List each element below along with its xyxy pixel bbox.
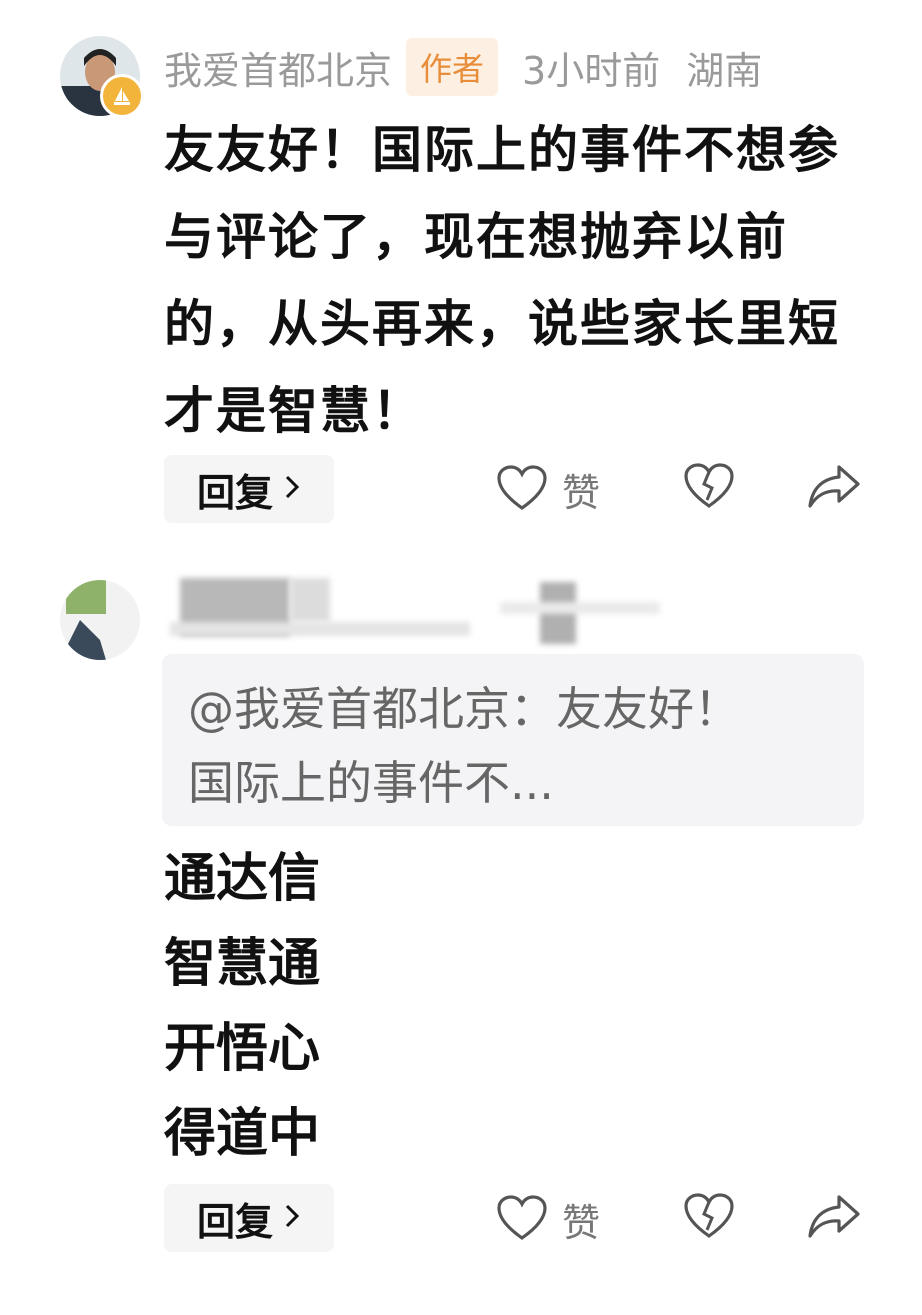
chevron-right-icon (283, 1198, 301, 1238)
broken-heart-icon (683, 1192, 735, 1244)
share-button[interactable] (806, 462, 862, 516)
reply-label: 回复 (196, 470, 273, 515)
chevron-right-icon (283, 469, 301, 509)
like-label: 赞 (562, 471, 601, 515)
reply-button[interactable]: 回复 (164, 455, 334, 523)
comment-text: 友友好！国际上的事件不想参与评论了，现在想抛弃以前的，从头再来，说些家长里短才是… (164, 121, 840, 440)
comment-text: 通达信 智慧通 开悟心 得道中 (164, 837, 320, 1177)
comment-line: 智慧通 (164, 934, 321, 994)
heart-icon (496, 464, 548, 516)
reply-button[interactable]: 回复 (164, 1184, 334, 1252)
like-button[interactable]: 赞 (496, 462, 600, 517)
heart-icon (496, 1194, 548, 1246)
comment-line: 开悟心 (164, 1019, 321, 1079)
dislike-button[interactable] (683, 1192, 735, 1244)
share-arrow-icon (806, 462, 862, 516)
broken-heart-icon (683, 462, 735, 514)
author-badge: 作者 (406, 38, 499, 96)
like-button[interactable]: 赞 (496, 1192, 600, 1247)
username[interactable]: 我爱首都北京 (164, 40, 392, 95)
avatar[interactable] (60, 36, 144, 118)
comment-line: 通达信 (164, 849, 321, 909)
region: 湖南 (686, 48, 763, 93)
comment-2: @我爱首都北京：友友好！国际上的事件不... 通达信 智慧通 开悟心 得道中 回… (0, 560, 922, 1300)
comment-1: 我爱首都北京 作者 3小时前 湖南 友友好！国际上的事件不想参与评论了，现在想抛… (0, 0, 922, 540)
timestamp: 3小时前 (522, 48, 661, 93)
dislike-button[interactable] (683, 462, 735, 514)
verified-badge-icon (100, 74, 144, 118)
share-button[interactable] (806, 1192, 862, 1246)
quoted-comment[interactable]: @我爱首都北京：友友好！国际上的事件不... (162, 654, 864, 826)
avatar-image (60, 580, 140, 660)
share-arrow-icon (806, 1192, 862, 1246)
comment-line: 得道中 (164, 1104, 321, 1164)
like-label: 赞 (562, 1201, 601, 1245)
quote-text: @我爱首都北京：友友好！国际上的事件不... (188, 682, 740, 810)
reply-label: 回复 (196, 1199, 273, 1244)
comment-header: 我爱首都北京 作者 3小时前 湖南 (164, 38, 762, 96)
avatar[interactable] (60, 580, 140, 660)
